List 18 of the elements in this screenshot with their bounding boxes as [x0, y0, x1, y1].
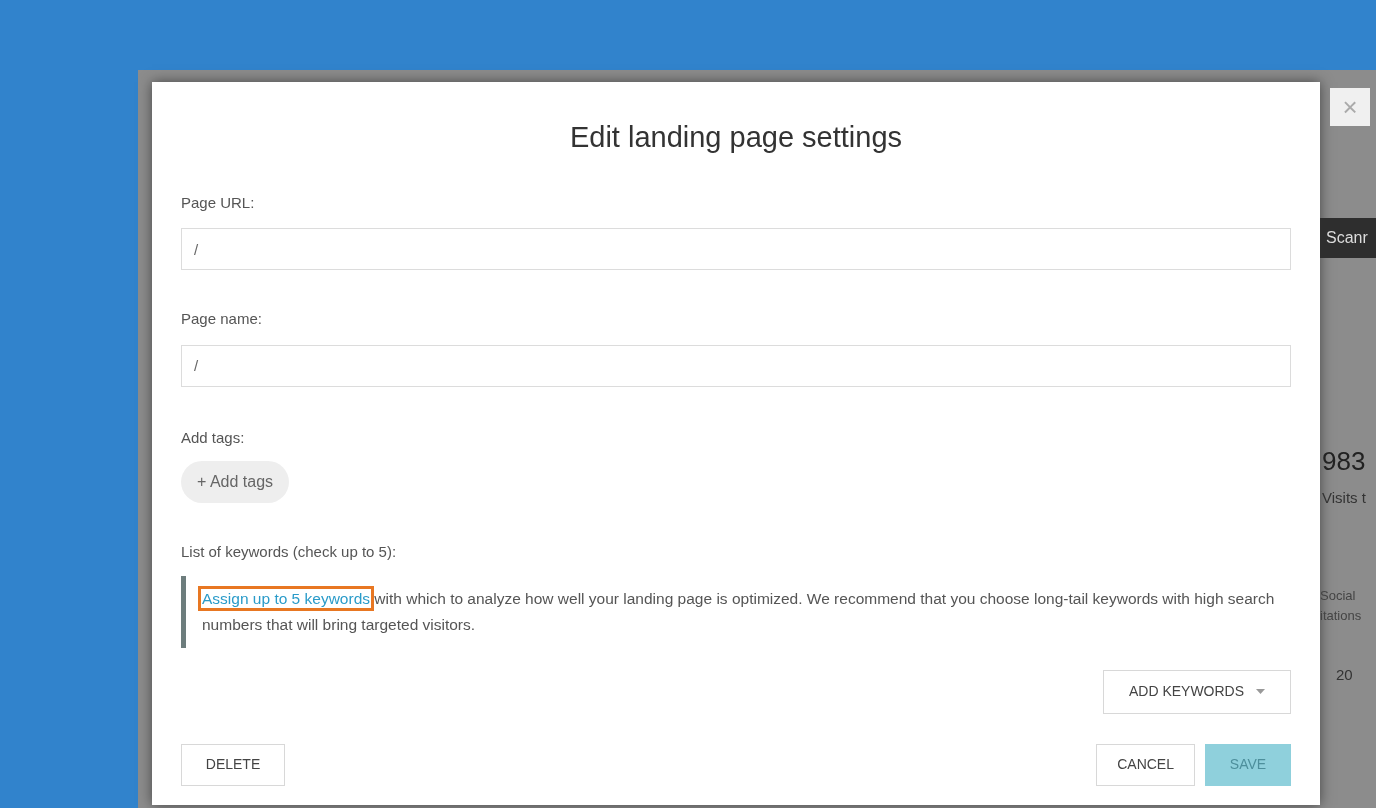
info-note: Assign up to 5 keywords with which to analyze how well your landing page is optimized. We recommend that you choose long-tail keywords with high search numbers that will bring targeted visitors.	[181, 575, 1279, 648]
field-label: List of keywords (check up to 5):	[181, 542, 397, 562]
dark-bar: Scanr	[1320, 218, 1376, 258]
add-tags-button[interactable]: + Add tags	[181, 461, 290, 503]
field-label: Add tags:	[181, 427, 245, 448]
text-field[interactable]: /	[181, 228, 1291, 270]
field-label: Page name:	[181, 309, 262, 329]
text-field[interactable]: /	[181, 344, 1291, 387]
stat-value: 983	[1321, 445, 1367, 478]
dialog-title: Edit landing page settings	[569, 120, 903, 155]
delete-button[interactable]: DELETE	[181, 743, 285, 786]
stat-label: Visits t	[1321, 488, 1367, 508]
caret-icon	[1256, 689, 1266, 694]
cancel-button[interactable]: CANCEL	[1096, 743, 1195, 786]
field-label: Page URL:	[181, 192, 255, 213]
table-cell-text: 20	[1335, 664, 1354, 685]
add-keywords-dropdown[interactable]: ADD KEYWORDS	[1103, 669, 1291, 714]
column-heading: Social itations	[1320, 586, 1363, 625]
